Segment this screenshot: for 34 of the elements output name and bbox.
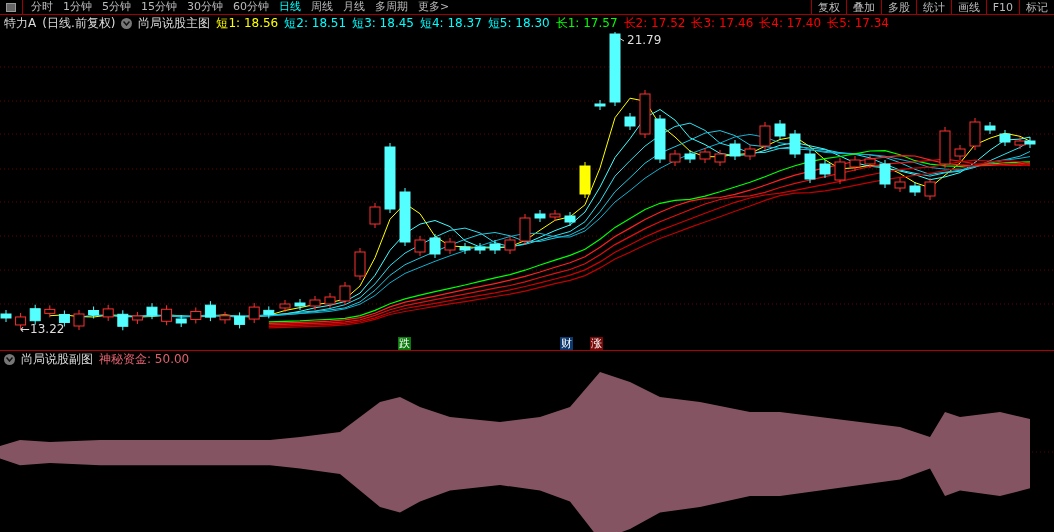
period-tab[interactable]: 1分钟 <box>63 0 92 15</box>
period-tab[interactable]: 5分钟 <box>102 0 131 15</box>
legend-value: 短3: 18.45 <box>352 15 414 33</box>
dropdown-icon[interactable] <box>4 354 15 365</box>
period-tab[interactable]: 15分钟 <box>141 0 177 15</box>
high-price-label: 21.79 <box>627 33 662 48</box>
low-price-label: ←13.22 <box>20 322 65 337</box>
legend-value: 长5: 17.34 <box>827 15 889 33</box>
period-tab[interactable]: 60分钟 <box>233 0 269 15</box>
event-marker[interactable]: 财 <box>560 337 573 351</box>
period-tab[interactable]: 更多> <box>418 0 450 15</box>
period-tab[interactable]: 多周期 <box>375 0 408 15</box>
chart-mode: (日线.前复权) <box>42 15 116 33</box>
event-marker[interactable]: 涨 <box>590 337 603 351</box>
stock-name: 特力A <box>4 15 37 33</box>
legend-value: 短4: 18.37 <box>420 15 482 33</box>
indicator-name: 尚局说股副图 <box>21 351 93 368</box>
period-tab[interactable]: 30分钟 <box>187 0 223 15</box>
period-tab[interactable]: 月线 <box>343 0 365 15</box>
legend-value: 短2: 18.51 <box>284 15 347 33</box>
period-tab[interactable]: 日线 <box>279 0 301 15</box>
legend-value: 短1: 18.56 <box>216 15 279 33</box>
indicator-name: 尚局说股主图 <box>138 15 211 33</box>
period-tab[interactable]: 分时 <box>31 0 53 15</box>
dropdown-icon[interactable] <box>121 18 133 30</box>
legend-value: 长3: 17.46 <box>691 15 754 33</box>
leader-line <box>618 37 625 42</box>
legend-value: 长2: 17.52 <box>623 15 686 33</box>
legend-value: 神秘资金: 50.00 <box>99 351 190 368</box>
legend-value: 长4: 17.40 <box>759 15 822 33</box>
period-tab[interactable]: 周线 <box>311 0 333 15</box>
legend-value: 长1: 17.57 <box>555 15 618 33</box>
event-marker[interactable]: 跌 <box>398 337 411 351</box>
legend-value: 短5: 18.30 <box>487 15 550 33</box>
